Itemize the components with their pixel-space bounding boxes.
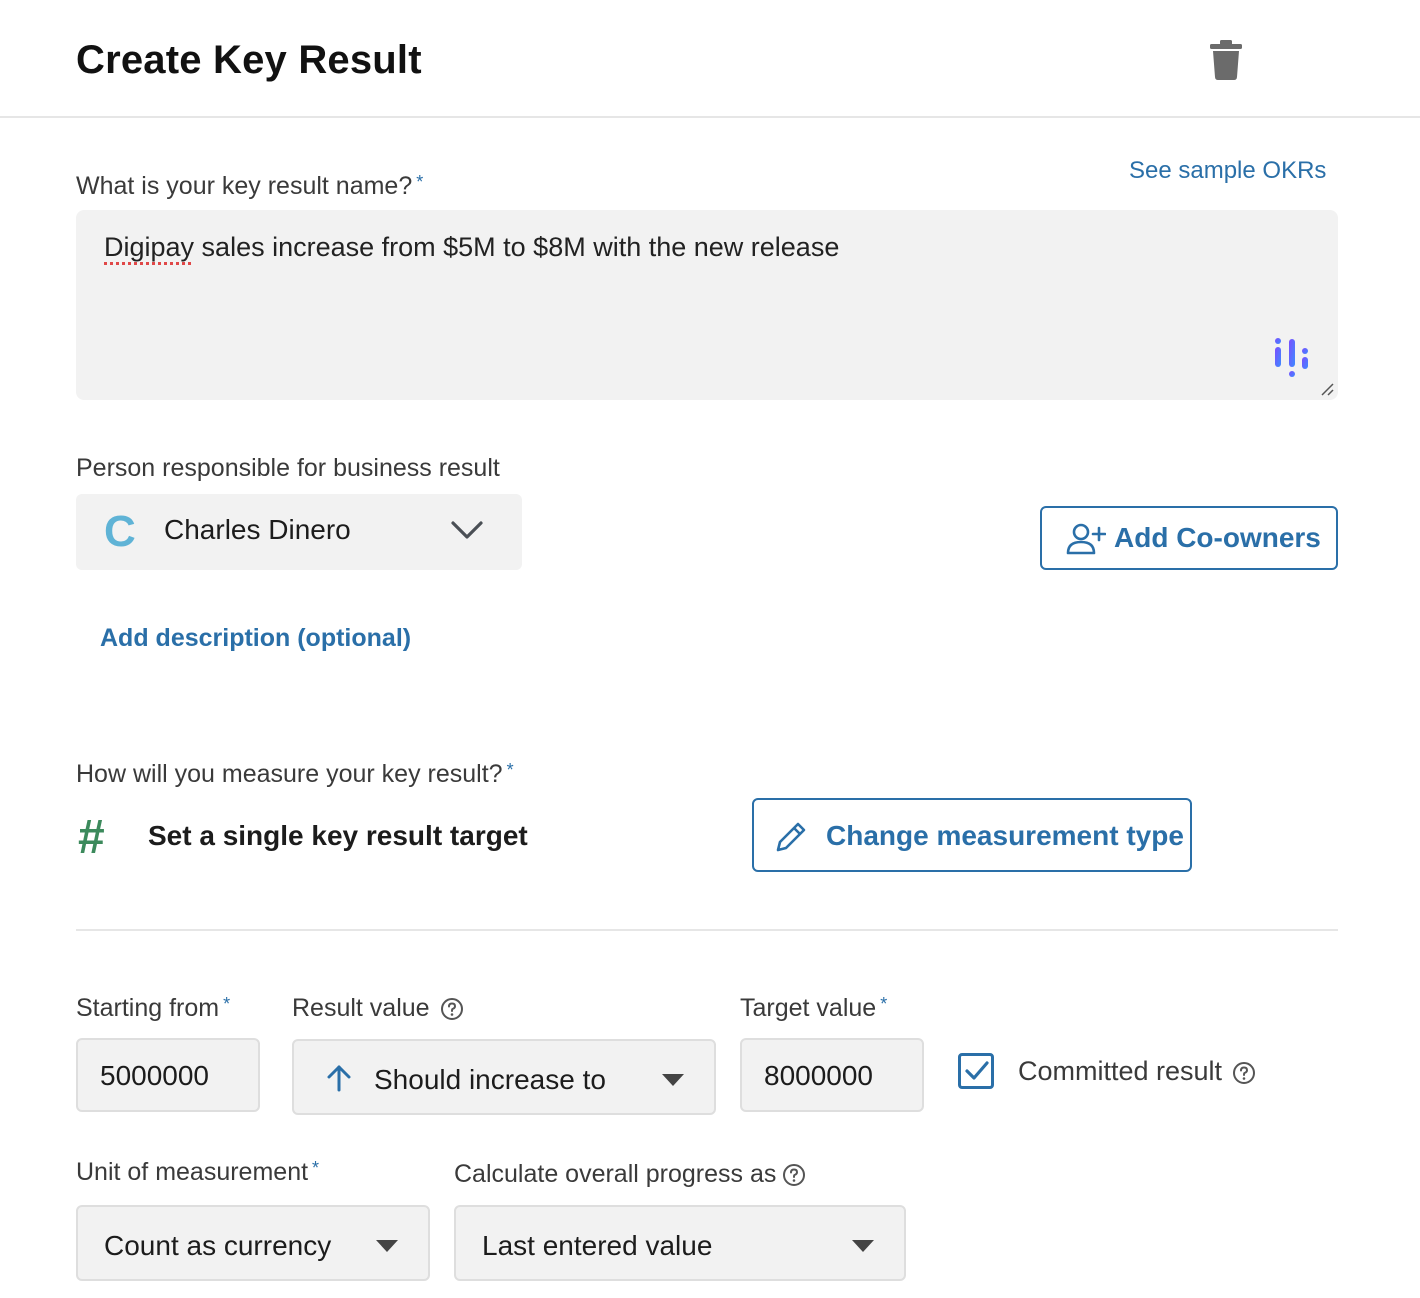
target-value-value: 8000000 — [764, 1060, 874, 1091]
change-measurement-type-button[interactable]: Change measurement type — [752, 798, 1192, 872]
trash-icon[interactable] — [1208, 40, 1244, 80]
add-coowners-label: Add Co-owners — [1114, 522, 1321, 553]
committed-result-label: Committed result — [1018, 1056, 1256, 1087]
owner-name: Charles Dinero — [164, 514, 351, 545]
measurement-type-text: Set a single key result target — [148, 820, 528, 851]
starting-from-input[interactable]: 5000000 — [76, 1038, 260, 1112]
result-value-select[interactable]: Should increase to — [292, 1039, 716, 1115]
caret-down-icon — [852, 1239, 874, 1252]
key-result-name-textarea[interactable]: Digipay sales increase from $5M to $8M w… — [76, 210, 1338, 400]
target-value-input[interactable]: 8000000 — [740, 1038, 924, 1112]
dialog-header: Create Key Result — [0, 0, 1420, 118]
required-mark: * — [223, 994, 231, 1014]
add-description-link[interactable]: Add description (optional) — [100, 624, 411, 653]
owner-select[interactable]: C Charles Dinero — [76, 494, 522, 570]
owner-label: Person responsible for business result — [76, 454, 500, 482]
required-mark: * — [880, 994, 888, 1014]
add-user-icon — [1066, 522, 1107, 556]
required-mark: * — [416, 172, 424, 192]
avatar: C — [104, 507, 136, 556]
see-sample-okrs-link[interactable]: See sample OKRs — [1129, 157, 1326, 185]
result-value-selected: Should increase to — [374, 1064, 606, 1095]
progress-selected: Last entered value — [482, 1230, 713, 1261]
progress-calculation-label: Calculate overall progress as — [454, 1160, 806, 1189]
committed-result-checkbox[interactable] — [958, 1053, 994, 1089]
caret-down-icon — [376, 1239, 398, 1252]
key-result-name-value: Digipay sales increase from $5M to $8M w… — [104, 232, 840, 262]
check-icon — [965, 1061, 989, 1080]
hash-icon: # — [78, 811, 105, 864]
unit-of-measurement-label: Unit of measurement * — [76, 1158, 320, 1186]
caret-down-icon — [662, 1073, 684, 1086]
result-value-label: Result value — [292, 994, 464, 1023]
chevron-down-icon — [450, 518, 484, 542]
target-value-label: Target value * — [740, 994, 888, 1022]
starting-from-value: 5000000 — [100, 1060, 210, 1091]
add-coowners-button[interactable]: Add Co-owners — [1040, 506, 1338, 570]
required-mark: * — [312, 1158, 320, 1178]
help-icon[interactable] — [782, 1163, 806, 1187]
page-title: Create Key Result — [76, 38, 422, 82]
change-measurement-type-label: Change measurement type — [826, 820, 1184, 851]
resize-handle-icon[interactable] — [1320, 382, 1334, 396]
unit-selected: Count as currency — [104, 1230, 332, 1261]
name-label: What is your key result name? * — [76, 172, 424, 200]
pencil-icon — [774, 820, 808, 854]
required-mark: * — [506, 760, 514, 780]
ai-assist-icon[interactable] — [1272, 336, 1312, 380]
help-icon[interactable] — [1232, 1061, 1256, 1085]
misspelled-word: Digipay — [104, 232, 195, 262]
starting-from-label: Starting from * — [76, 994, 231, 1022]
section-divider — [76, 929, 1338, 931]
arrow-up-icon — [324, 1063, 354, 1093]
progress-calculation-select[interactable]: Last entered value — [454, 1205, 906, 1281]
measurement-label: How will you measure your key result? * — [76, 760, 514, 788]
help-icon[interactable] — [440, 997, 464, 1021]
unit-of-measurement-select[interactable]: Count as currency — [76, 1205, 430, 1281]
